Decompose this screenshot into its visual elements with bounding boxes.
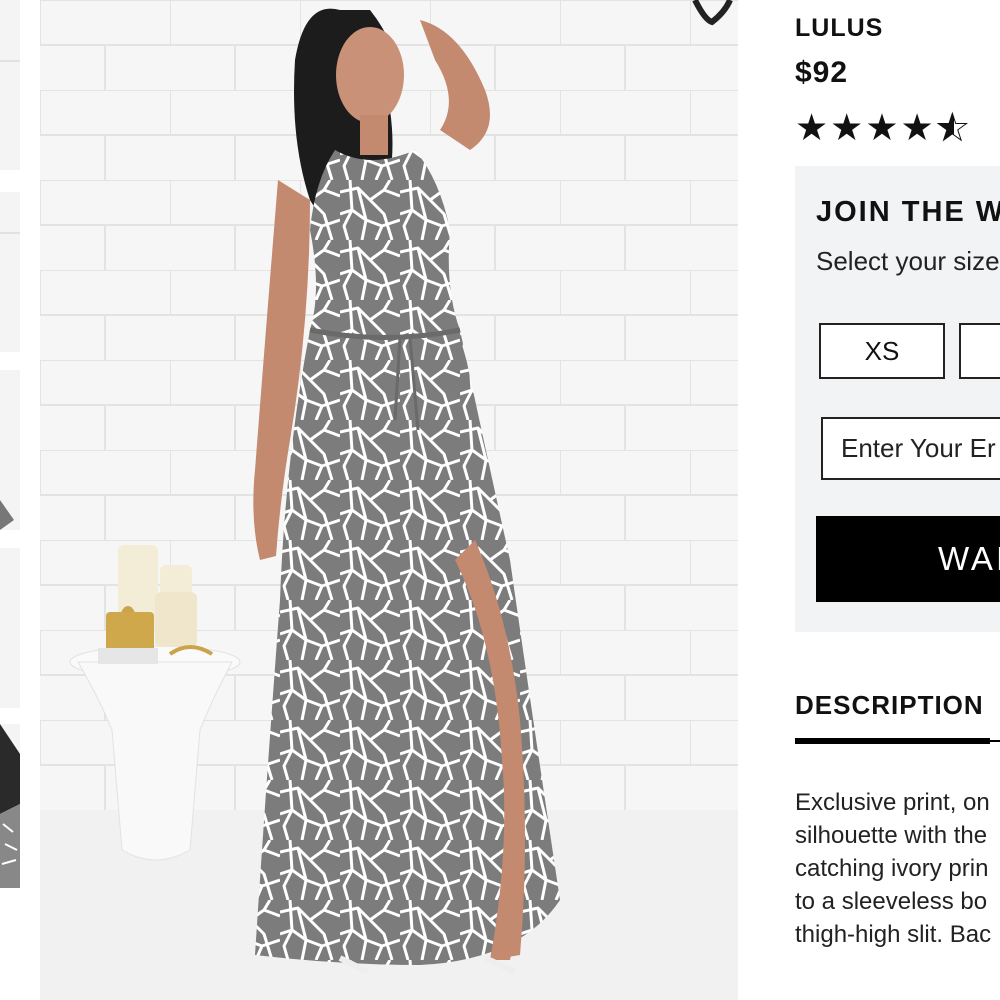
email-input[interactable] — [821, 417, 1000, 480]
thumbnail-4[interactable] — [0, 548, 20, 708]
thumbnail-3[interactable] — [0, 370, 20, 530]
brand-name[interactable]: LULUS — [795, 14, 883, 43]
description-line: to a sleeveless bo — [795, 888, 988, 915]
description-tab-underline — [795, 738, 990, 744]
thumbnail-2[interactable] — [0, 192, 20, 352]
description-line: thigh-high slit. Bac — [795, 921, 992, 948]
thumbnail-1[interactable] — [0, 0, 20, 170]
description-line: silhouette with the — [795, 822, 988, 849]
waitlist-subtitle: Select your size — [816, 246, 1000, 276]
description-line: catching ivory prin — [795, 855, 989, 882]
tab-divider — [990, 740, 1000, 742]
waitlist-submit-button[interactable]: WAI — [816, 516, 1000, 602]
description-text: Exclusive print, on silhouette with the … — [795, 786, 1000, 951]
description-line: Exclusive print, on — [795, 789, 990, 816]
waitlist-box: JOIN THE W Select your size XS WAI — [795, 166, 1000, 632]
rating-stars[interactable]: ★★★★★★ — [795, 106, 971, 149]
thumbnail-strip — [0, 0, 20, 1000]
thumbnail-5[interactable] — [0, 724, 20, 888]
size-button-next[interactable] — [959, 323, 1000, 379]
size-button-xs[interactable]: XS — [819, 323, 945, 379]
product-price: $92 — [795, 56, 849, 89]
description-tab[interactable]: DESCRIPTION — [795, 690, 984, 721]
product-info-panel: LULUS $92 ★★★★★★ JOIN THE W Select your … — [738, 0, 1000, 1000]
waitlist-title: JOIN THE W — [816, 196, 1000, 228]
star-full-icons: ★★★★ — [795, 107, 936, 148]
star-half-icon: ★★ — [935, 107, 971, 149]
product-image[interactable] — [40, 0, 738, 1000]
